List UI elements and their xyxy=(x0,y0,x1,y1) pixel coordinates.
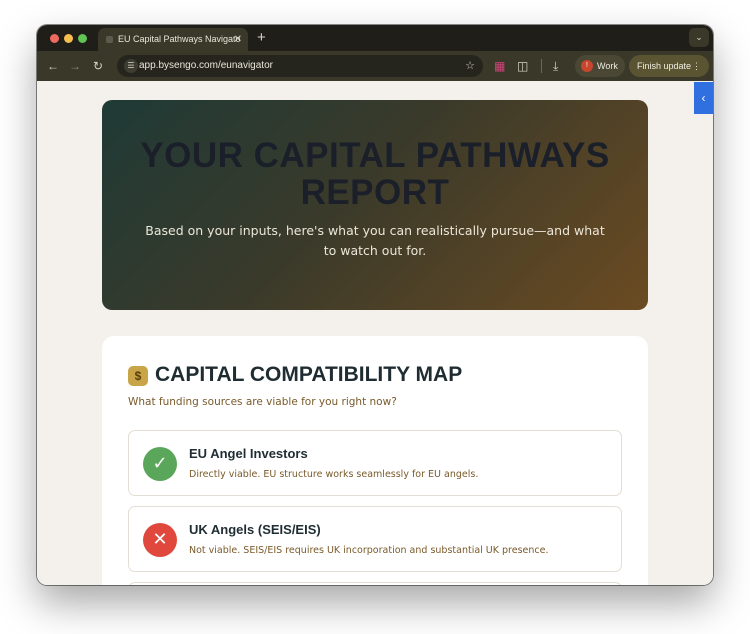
close-window-button[interactable] xyxy=(50,34,59,43)
figma-extension-icon[interactable]: ▦ xyxy=(494,57,505,75)
hero-subtitle: Based on your inputs, here's what you ca… xyxy=(145,223,605,258)
page-viewport: ‹ YOUR CAPITAL PATHWAYS REPORT Based on … xyxy=(37,81,713,585)
page-title: YOUR CAPITAL PATHWAYS REPORT xyxy=(140,136,610,212)
money-bag-icon: $ xyxy=(128,366,148,386)
browser-toolbar: ← → ↻ ☰ app.bysengo.com/eunavigator ☆ ▦ … xyxy=(37,51,713,81)
tab-bar: EU Capital Pathways Navigato ✕ + ⌄ xyxy=(37,25,713,51)
tab-title: EU Capital Pathways Navigato xyxy=(118,34,241,44)
tab-favicon-icon xyxy=(106,36,113,43)
checkmark-icon: ✓ xyxy=(143,447,177,481)
sidebar-toggle-chevron-icon[interactable]: ‹ xyxy=(694,82,713,114)
report-hero: YOUR CAPITAL PATHWAYS REPORT Based on yo… xyxy=(102,100,648,310)
downloads-icon[interactable]: ⤓ xyxy=(553,57,558,75)
active-tab[interactable]: EU Capital Pathways Navigato ✕ xyxy=(98,28,248,51)
funding-source-item: ✕ UK Angels (SEIS/EIS) Not viable. SEIS/… xyxy=(128,506,622,572)
funding-source-item: ✓ EU Angel Investors Directly viable. EU… xyxy=(128,430,622,496)
site-settings-icon[interactable]: ☰ xyxy=(124,59,138,73)
funding-source-name: UK Angels (SEIS/EIS) xyxy=(189,522,321,537)
back-arrow-icon[interactable]: ← xyxy=(47,57,59,75)
url-text[interactable]: app.bysengo.com/eunavigator xyxy=(139,55,273,77)
minimize-window-button[interactable] xyxy=(64,34,73,43)
funding-source-desc: Not viable. SEIS/EIS requires UK incorpo… xyxy=(189,545,549,556)
maximize-window-button[interactable] xyxy=(78,34,87,43)
cross-icon: ✕ xyxy=(143,523,177,557)
profile-button[interactable]: ! Work xyxy=(575,55,625,77)
tab-close-icon[interactable]: ✕ xyxy=(234,28,242,51)
section-subtitle: What funding sources are viable for you … xyxy=(128,396,397,408)
finish-update-label: Finish update xyxy=(637,61,692,71)
bookmark-star-icon[interactable]: ☆ xyxy=(465,55,475,77)
section-title-text: CAPITAL COMPATIBILITY MAP xyxy=(155,363,463,386)
tab-search-chevron-icon[interactable]: ⌄ xyxy=(689,28,709,47)
profile-avatar: ! xyxy=(581,60,593,72)
more-menu-icon[interactable]: ⋮ xyxy=(692,55,701,77)
new-tab-button[interactable]: + xyxy=(257,28,266,48)
forward-arrow-icon[interactable]: → xyxy=(69,57,81,75)
funding-source-desc: Directly viable. EU structure works seam… xyxy=(189,469,479,480)
capital-compatibility-card: $ CAPITAL COMPATIBILITY MAP What funding … xyxy=(102,336,648,585)
browser-window: EU Capital Pathways Navigato ✕ + ⌄ ← → ↻… xyxy=(37,25,713,585)
finish-update-button[interactable]: Finish update ⋮ xyxy=(629,55,709,77)
profile-label: Work xyxy=(597,61,618,71)
toolbar-divider xyxy=(541,59,542,73)
reload-icon[interactable]: ↻ xyxy=(93,57,103,75)
funding-source-name: EU Angel Investors xyxy=(189,446,308,461)
extensions-puzzle-icon[interactable]: ◫ xyxy=(517,57,528,75)
section-title: $ CAPITAL COMPATIBILITY MAP xyxy=(128,363,462,387)
funding-source-item-partial xyxy=(128,582,622,585)
address-bar[interactable]: ☰ app.bysengo.com/eunavigator ☆ xyxy=(117,55,483,77)
